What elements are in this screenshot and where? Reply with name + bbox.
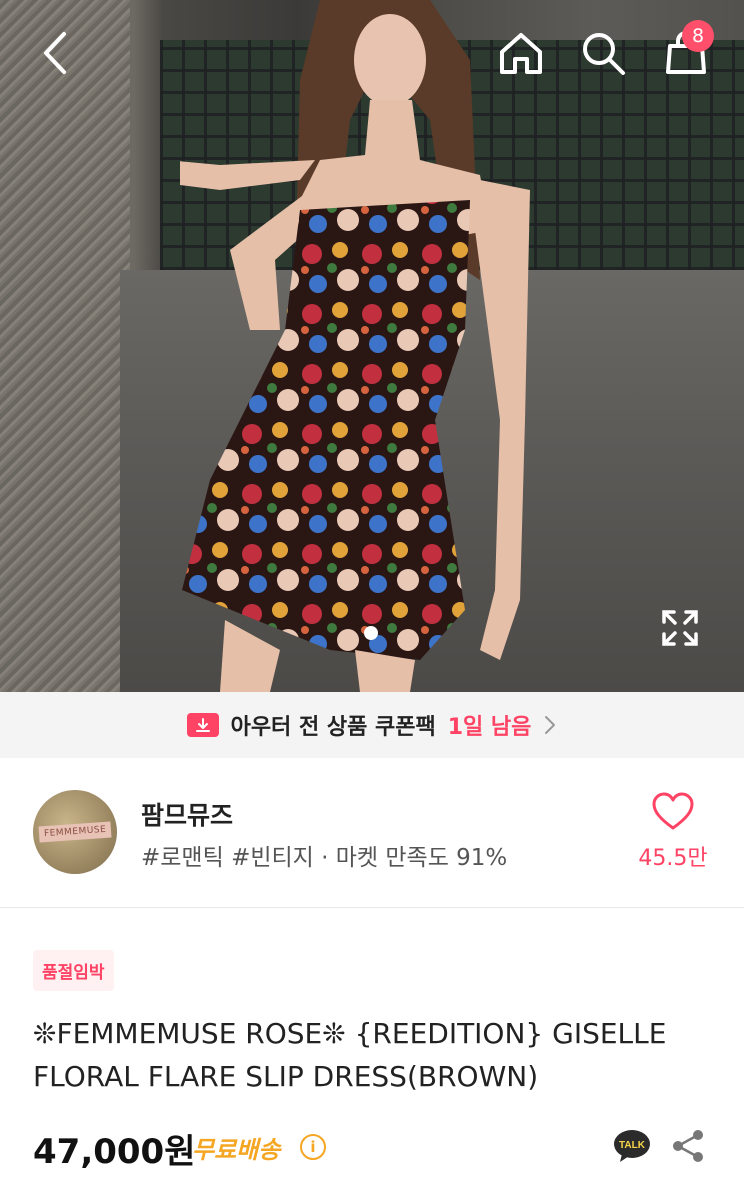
home-button[interactable] [494,26,548,80]
heart-icon [652,792,694,830]
model-figure [180,0,530,692]
seller-avatar[interactable]: FEMMEMUSE [33,790,117,874]
image-pager-dot [364,626,378,640]
kakao-talk-icon: TALK [614,1130,650,1162]
background-wall [0,0,130,692]
stock-badge: 품절임박 [33,950,114,991]
product-title: ❊FEMMEMUSE ROSE❊ {REEDITION} GISELLE FLO… [33,1017,667,1093]
product-image[interactable]: 8 [0,0,744,692]
expand-image-button[interactable] [658,606,702,650]
shipping-label: 무료배송 [192,1136,281,1164]
seller-name[interactable]: 팜므뮤즈 [141,796,233,832]
expand-icon [662,610,698,646]
search-icon [583,33,625,75]
coupon-remaining: 1일 남음 [447,715,532,740]
chevron-right-icon [545,716,556,734]
seller-tags: #로맨틱 #빈티지 · 마켓 만족도 91% [141,845,508,871]
back-button[interactable] [30,26,80,80]
seller-section[interactable]: FEMMEMUSE 팜므뮤즈 #로맨틱 #빈티지 · 마켓 만족도 91% 45… [0,758,744,908]
like-count: 45.5만 [638,846,708,871]
cart-button[interactable]: 8 [658,20,714,80]
product-price: 47,000원 [33,1132,196,1172]
cart-count-badge: 8 [682,20,714,52]
avatar-label: FEMMEMUSE [38,821,112,843]
info-icon[interactable]: i [300,1134,326,1160]
home-icon [500,33,542,74]
back-icon [44,32,66,74]
coupon-text: 아우터 전 상품 쿠폰팩 [230,715,436,740]
kakao-talk-button[interactable]: TALK [612,1128,652,1164]
coupon-banner[interactable]: 아우터 전 상품 쿠폰팩 1일 남음 [0,692,744,758]
share-button[interactable] [670,1128,706,1164]
coupon-download-icon [186,713,219,737]
like-button[interactable]: 45.5만 [630,792,716,872]
share-icon [673,1130,703,1162]
search-button[interactable] [576,26,630,80]
svg-text:TALK: TALK [619,1140,646,1151]
